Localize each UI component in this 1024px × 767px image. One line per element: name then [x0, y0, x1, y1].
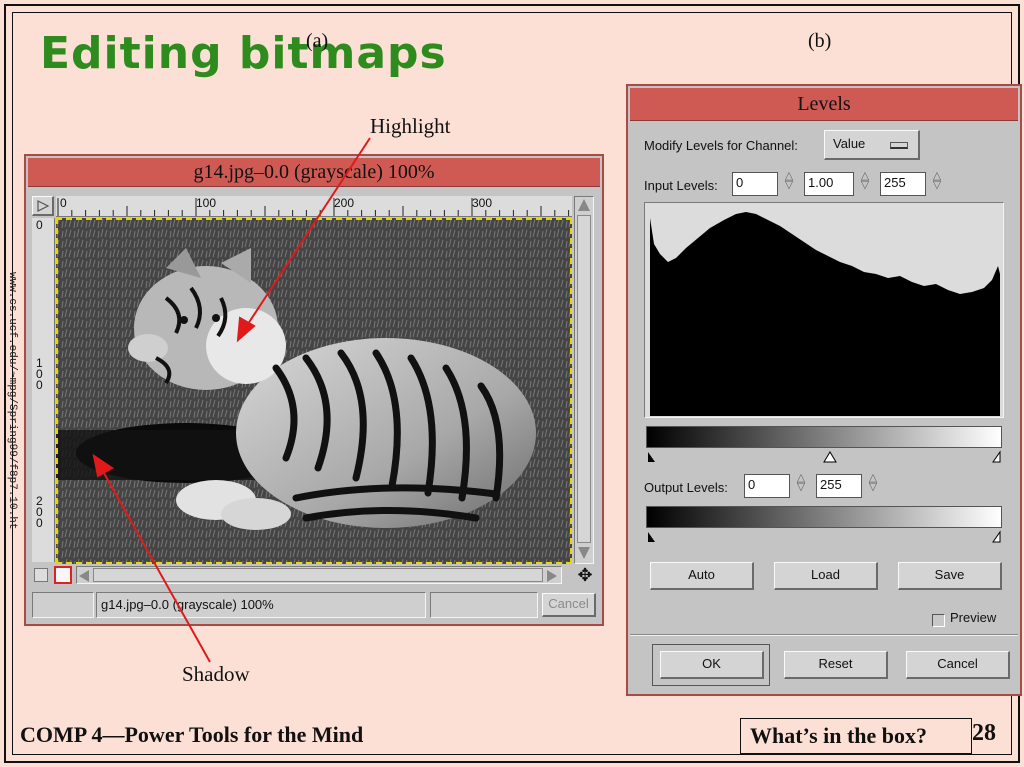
- vertical-scrollbar[interactable]: [574, 196, 594, 564]
- auto-button[interactable]: Auto: [650, 562, 754, 590]
- status-progress-field: [430, 592, 538, 618]
- footer-section-box: What’s in the box?: [740, 718, 972, 754]
- image-window-title[interactable]: g14.jpg–0.0 (grayscale) 100%: [28, 158, 600, 187]
- channel-select[interactable]: Value: [824, 130, 920, 160]
- ok-button[interactable]: OK: [660, 651, 764, 679]
- preview-label[interactable]: Preview: [950, 610, 996, 625]
- horizontal-ruler[interactable]: 0 100 200 300: [56, 196, 572, 217]
- ruler-h-label-0: 0: [60, 196, 67, 210]
- status-cancel-button[interactable]: Cancel: [542, 593, 596, 617]
- channel-select-value: Value: [833, 136, 866, 151]
- input-slider-handles: [648, 450, 1001, 463]
- output-slider-handles: [648, 530, 1001, 543]
- output-gradient-bar: [646, 506, 1002, 528]
- output-low-spinner-icon[interactable]: △ ▽: [794, 473, 808, 493]
- ruler-v-label-100: 100: [36, 356, 43, 392]
- reset-button[interactable]: Reset: [784, 651, 888, 679]
- input-high-spinner-icon[interactable]: △ ▽: [930, 171, 944, 191]
- horizontal-scroll-thumb[interactable]: [93, 568, 543, 582]
- ruler-v-label-200: 200: [36, 494, 43, 530]
- navigate-icon[interactable]: [34, 568, 48, 582]
- ruler-v-label-0: 0: [36, 218, 43, 232]
- ruler-h-label-100: 100: [196, 196, 217, 210]
- input-gradient-bar: [646, 426, 1002, 448]
- histogram[interactable]: [644, 202, 1004, 418]
- cancel-button[interactable]: Cancel: [906, 651, 1010, 679]
- horizontal-scrollbar[interactable]: [76, 566, 562, 584]
- dialog-separator: [630, 634, 1018, 636]
- move-crosshair-icon[interactable]: ✥: [576, 566, 594, 584]
- output-high-field[interactable]: 255: [816, 474, 862, 498]
- input-low-field[interactable]: 0: [732, 172, 778, 196]
- image-window: g14.jpg–0.0 (grayscale) 100% 0 100 200 3…: [24, 154, 604, 626]
- option-menu-indicator-icon: [890, 142, 908, 149]
- output-levels-label: Output Levels:: [644, 480, 728, 495]
- output-high-spinner-icon[interactable]: △ ▽: [866, 473, 880, 493]
- shadow-annotation: Shadow: [182, 662, 250, 686]
- menu-triangle-icon: [36, 200, 49, 212]
- panel-label-b: (b): [808, 30, 832, 52]
- tiger-photo: [56, 218, 572, 564]
- horizontal-ruler-ticks: [57, 198, 570, 216]
- preview-checkbox[interactable]: [932, 614, 945, 627]
- save-button[interactable]: Save: [898, 562, 1002, 590]
- input-slider-track[interactable]: [646, 448, 1002, 464]
- vertical-scroll-thumb[interactable]: [577, 215, 591, 543]
- levels-dialog: Levels Modify Levels for Channel: Value …: [626, 84, 1022, 696]
- ruler-h-label-300: 300: [472, 196, 493, 210]
- quickmask-toggle-button[interactable]: [54, 566, 72, 584]
- levels-dialog-title[interactable]: Levels: [630, 88, 1018, 121]
- status-text-field: g14.jpg–0.0 (grayscale) 100%: [96, 592, 426, 618]
- output-slider-track[interactable]: [646, 528, 1002, 544]
- input-gamma-spinner-icon[interactable]: △ ▽: [858, 171, 872, 191]
- status-cell-left: [32, 592, 94, 618]
- output-low-field[interactable]: 0: [744, 474, 790, 498]
- input-levels-label: Input Levels:: [644, 178, 718, 193]
- image-canvas[interactable]: [56, 218, 572, 564]
- channel-label: Modify Levels for Channel:: [644, 138, 798, 153]
- scroll-right-arrow-icon[interactable]: [547, 570, 557, 582]
- scroll-up-arrow-icon[interactable]: [578, 199, 590, 211]
- vertical-ruler[interactable]: 0 100 200: [32, 218, 55, 562]
- side-url-text: www.cs.ucf.edu/~mpg/Spring99/f8p7.10.htm…: [6, 272, 18, 530]
- slide: www.cs.ucf.edu/~mpg/Spring99/f8p7.10.htm…: [0, 0, 1024, 767]
- histogram-plot: [650, 212, 1000, 416]
- scroll-left-arrow-icon[interactable]: [79, 570, 89, 582]
- input-high-field[interactable]: 255: [880, 172, 926, 196]
- footer-course-title: COMP 4—Power Tools for the Mind: [20, 722, 364, 747]
- slide-title: Editing bitmaps: [40, 28, 447, 79]
- load-button[interactable]: Load: [774, 562, 878, 590]
- input-low-spinner-icon[interactable]: △ ▽: [782, 171, 796, 191]
- input-gamma-field[interactable]: 1.00: [804, 172, 854, 196]
- ruler-h-label-200: 200: [334, 196, 355, 210]
- image-menu-button[interactable]: [32, 196, 54, 216]
- scroll-down-arrow-icon[interactable]: [578, 547, 590, 559]
- panel-label-a: (a): [306, 30, 329, 52]
- highlight-annotation: Highlight: [370, 114, 451, 138]
- page-number: 28: [972, 720, 996, 746]
